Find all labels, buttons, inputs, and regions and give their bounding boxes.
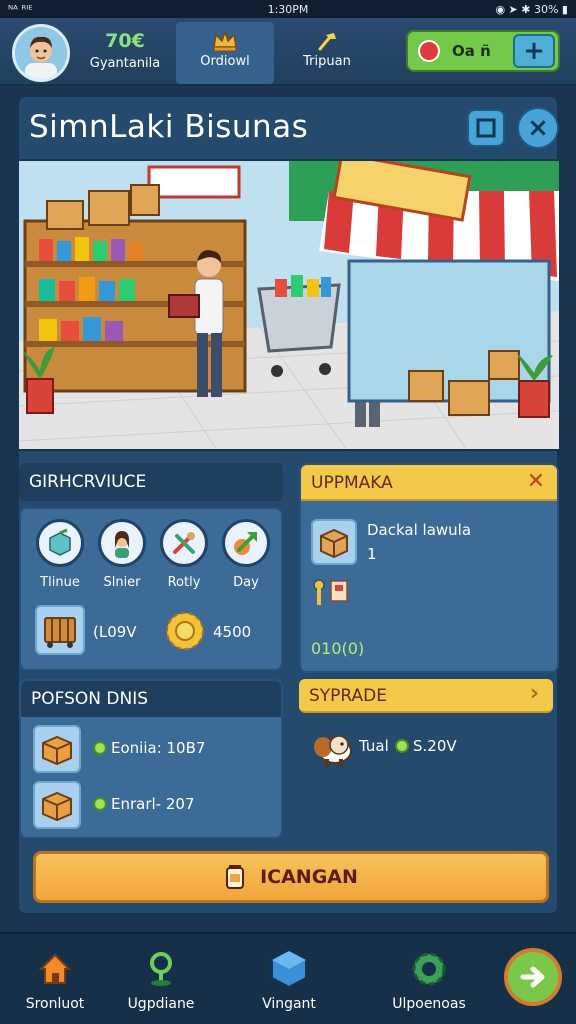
clock: 1:30PM — [267, 2, 309, 16]
upgrade-title: UPPMAKA — [301, 465, 557, 501]
bottom-tab-vingant[interactable]: Vingant — [234, 948, 344, 1012]
crate-icon — [320, 528, 348, 559]
battery-indicator: ◉ ➤ ✱ 30% ▮ — [495, 2, 568, 16]
box-icon — [49, 528, 71, 556]
gem-icon — [418, 40, 440, 62]
maximize-button[interactable] — [467, 109, 505, 147]
gear-icon — [412, 952, 446, 986]
crown-icon — [213, 29, 237, 52]
avatar[interactable] — [12, 24, 70, 82]
category-tlinue[interactable]: Tlinue — [31, 519, 89, 590]
services-card: Tlinue Slnier Rotly Day (L09V 4500 — [19, 507, 283, 671]
tab-label: Ordiowl — [200, 54, 250, 69]
close-button[interactable]: × — [517, 107, 559, 149]
home-icon — [38, 953, 72, 984]
add-gems-button[interactable]: + — [513, 34, 555, 68]
icangan-label: ICANGAN — [260, 866, 358, 888]
syprade-price-text: S.20V — [413, 737, 457, 755]
arrow-right-icon — [520, 966, 545, 988]
bottom-tab-sronluot[interactable]: Sronluot — [0, 948, 110, 1012]
carrier-label: ᴺᴬ ᴿᴵᴱ — [8, 2, 33, 16]
person-row-2: Enrarl- 207 — [93, 795, 195, 813]
coin-icon — [93, 797, 107, 811]
money-label: Gyantanila — [89, 56, 161, 71]
cart-value: (L09V — [93, 623, 137, 641]
person-row-tile-2[interactable] — [33, 781, 81, 829]
category-label: Slnier — [103, 575, 141, 590]
person-icon — [115, 531, 129, 558]
syprade-title: SYPRADE — [299, 679, 553, 713]
gear-coin-icon — [166, 612, 204, 650]
location-icon — [150, 952, 172, 986]
category-label: Tlinue — [40, 575, 80, 590]
crate-icon — [42, 791, 72, 822]
upgrade-card: UPPMAKA ✕ Dackal lawula 1 010(0) — [299, 463, 559, 673]
crate-icon — [42, 735, 72, 766]
tab-label: Tripuan — [303, 54, 351, 69]
money-display: 70€ Gyantanila — [80, 30, 170, 71]
bottom-tab-label: Ugpdiane — [127, 996, 195, 1012]
upgrade-close-button[interactable]: ✕ — [527, 469, 545, 494]
coin-icon — [395, 739, 409, 753]
business-panel: SimnLaki Bisunas × GIRHCRVIUCE Tlinue Sl… — [16, 94, 560, 916]
category-day[interactable]: Day — [217, 519, 275, 590]
chevron-down-icon: › — [529, 681, 539, 706]
syprade-name: Tual — [359, 737, 389, 755]
money-amount: 70€ — [105, 30, 145, 52]
syprade-price: S.20V — [395, 737, 457, 755]
gem-counter: Oa ñ + — [406, 30, 560, 72]
shop-scene-illustration — [19, 159, 559, 451]
bottom-tab-ugpdiane[interactable]: Ugpdiane — [106, 948, 216, 1012]
key-tag-icon — [313, 579, 348, 605]
tab-ordiowl[interactable]: Ordiowl — [176, 22, 274, 84]
person-title: POFSON DNIS — [21, 681, 281, 717]
services-header-card: GIRHCRVIUCE — [19, 463, 283, 507]
gear-value: 4500 — [213, 623, 252, 641]
dog-icon — [314, 735, 352, 767]
upgrade-item-name: Dackal lawula — [367, 521, 472, 539]
person-row-2-text: Enrarl- 207 — [111, 795, 195, 813]
jar-icon — [226, 865, 245, 889]
gem-value: Oa ñ — [452, 42, 491, 60]
panel-title: SimnLaki Bisunas — [29, 109, 309, 145]
person-row-tile-1[interactable] — [33, 725, 81, 773]
bottom-tab-ulpoenoas[interactable]: Ulpoenoas — [374, 948, 484, 1012]
icangan-button[interactable]: ICANGAN — [33, 851, 549, 903]
coin-icon — [93, 741, 107, 755]
upgrade-progress-text: 010(0) — [311, 639, 365, 658]
arrow-up-icon — [234, 532, 257, 555]
cube-icon — [271, 949, 307, 989]
category-rotly[interactable]: Rotly — [155, 519, 213, 590]
hammer-icon — [318, 33, 336, 51]
person-row-1: Eoniia: 10B7 — [93, 739, 205, 757]
bottom-tab-label: Vingant — [262, 996, 316, 1012]
category-slnier[interactable]: Slnier — [93, 519, 151, 590]
tools-icon — [173, 532, 195, 554]
category-label: Day — [233, 575, 259, 590]
bottom-tab-label: Sronluot — [25, 996, 85, 1012]
top-navigation: 70€ Gyantanila Ordiowl Tripuan Oa ñ + — [0, 18, 576, 86]
square-icon — [476, 118, 496, 138]
category-label: Rotly — [167, 575, 201, 590]
person-card: POFSON DNIS Eoniia: 10B7 Enrarl- 207 — [19, 679, 283, 839]
go-forward-button[interactable] — [504, 948, 562, 1006]
avatar-icon — [15, 27, 67, 79]
syprade-card[interactable]: SYPRADE › — [299, 679, 553, 715]
status-bar: ᴺᴬ ᴿᴵᴱ 1:30PM ◉ ➤ ✱ 30% ▮ — [0, 0, 576, 18]
cart-item-tile[interactable] — [35, 605, 85, 655]
bottom-navigation: Sronluot Ugpdiane Vingant Ulpoenoas — [0, 932, 576, 1024]
cart-icon — [44, 617, 76, 648]
upgrade-item-tile[interactable] — [311, 519, 357, 565]
bottom-tab-label: Ulpoenoas — [392, 996, 466, 1012]
services-title: GIRHCRVIUCE — [19, 463, 283, 501]
person-row-1-text: Eoniia: 10B7 — [111, 739, 206, 757]
shop-scene-image — [19, 161, 559, 449]
upgrade-item-count: 1 — [367, 545, 377, 563]
tab-tripuan[interactable]: Tripuan — [278, 22, 376, 84]
